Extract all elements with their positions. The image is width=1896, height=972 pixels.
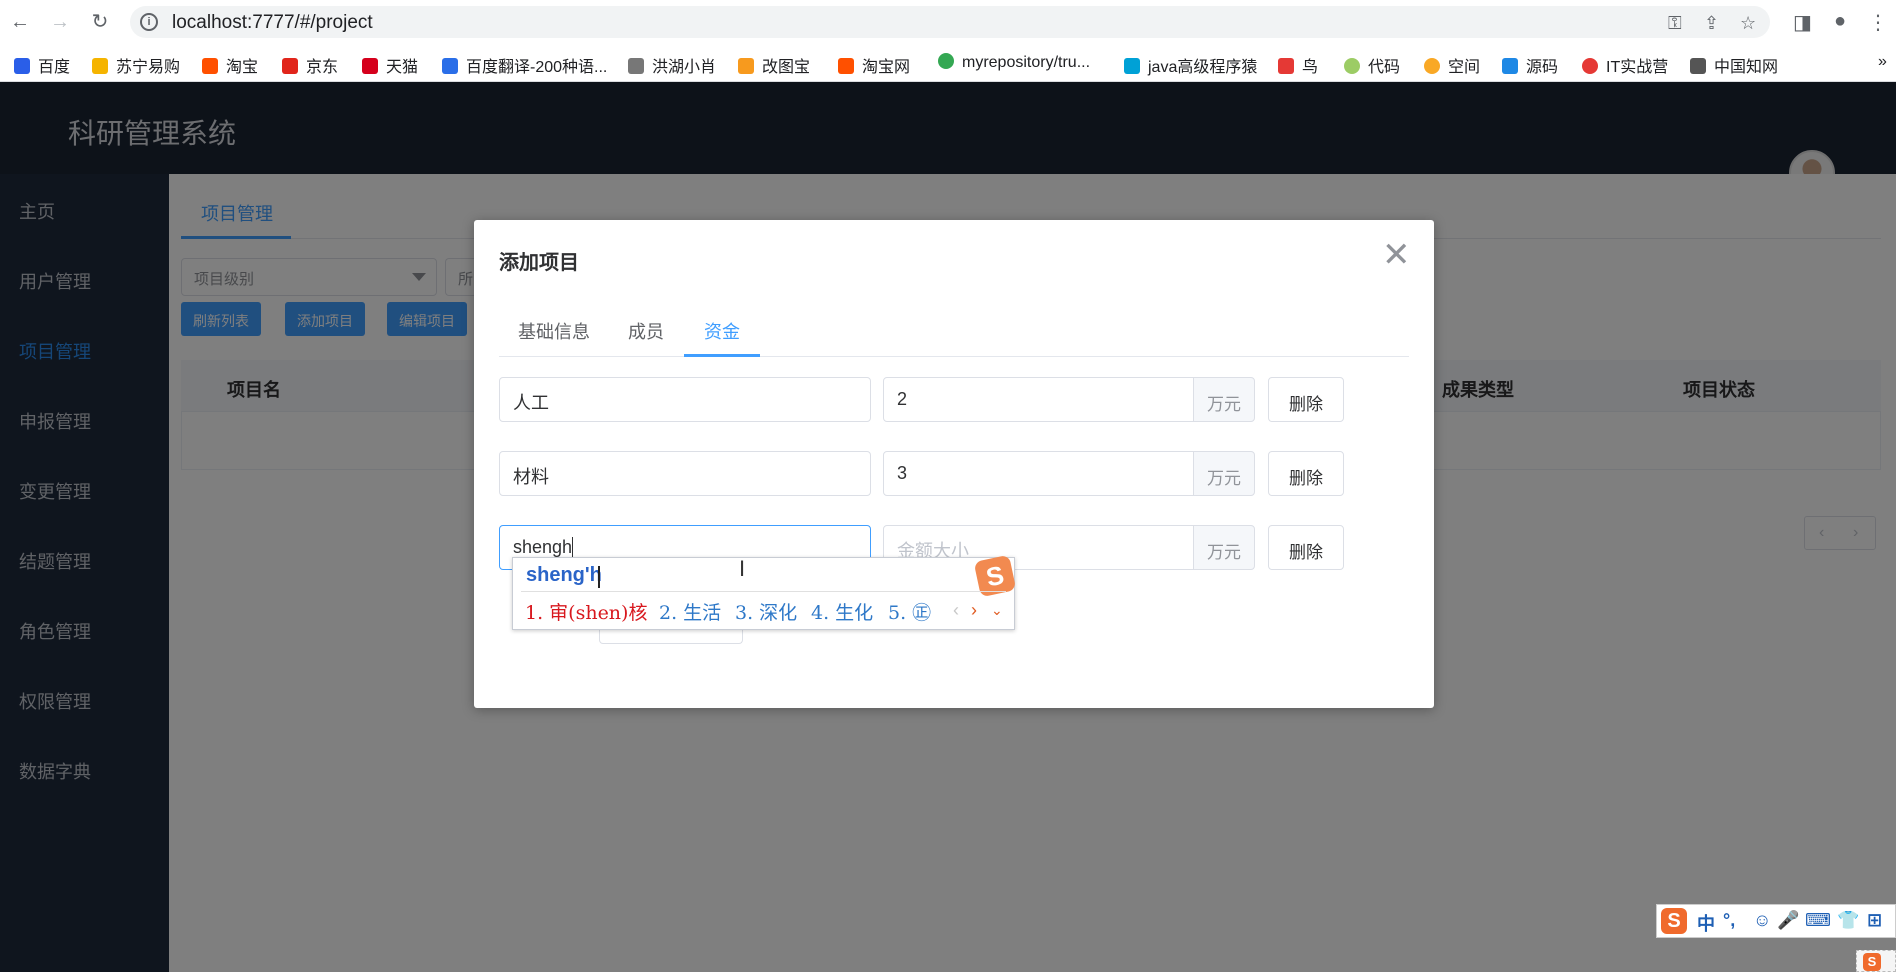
bookmark-icon [92,58,108,74]
bookmark-icon [1124,58,1140,74]
fund-unit-label: 万元 [1193,377,1255,422]
bookmark-icon [1424,58,1440,74]
delete-fund-button[interactable]: 删除 [1268,451,1344,496]
bookmark[interactable]: IT实战营 [1582,53,1668,77]
bookmarks-more[interactable]: » [1878,53,1887,71]
bookmark-icon [282,58,298,74]
ime-toolbox-icon[interactable]: ⊞ [1867,910,1882,931]
forward-icon[interactable]: → [48,10,72,34]
ime-expand-icon[interactable]: ⌄ [991,602,1003,619]
ime-candidate[interactable]: 5. ㊣ [888,598,931,625]
ime-next-icon[interactable]: › [971,600,977,621]
text-caret [572,537,574,557]
ime-candidate[interactable]: 3. 深化 [735,598,797,625]
bookmark[interactable]: 淘宝 [202,53,258,77]
browser-toolbar: ← → ↻ i localhost:7777/#/project ⚿ ⇪ ☆ ◨… [0,0,1896,44]
delete-fund-button[interactable]: 删除 [1268,377,1344,422]
bookmark-icon [14,58,30,74]
bookmark-icon [738,58,754,74]
close-icon[interactable]: ✕ [1382,238,1411,272]
ime-mode-chinese[interactable]: 中 [1697,910,1715,936]
bookmark-icon [1690,58,1706,74]
tab-divider [499,356,1409,357]
bookmark[interactable]: java高级程序猿 [1124,53,1257,77]
ime-mini-bar[interactable]: S [1856,950,1896,972]
ime-emoji-icon[interactable]: ☺ [1753,910,1771,931]
dialog-title: 添加项目 [499,252,579,274]
bookmark[interactable]: 中国知网 [1690,53,1778,77]
fund-name-input[interactable]: 材料 [499,451,871,496]
bookmark-icon [442,58,458,74]
bookmark-icon [838,58,854,74]
fund-name-value: shengh [513,537,573,557]
fund-unit-label: 万元 [1193,525,1255,570]
bookmark[interactable]: 空间 [1424,53,1480,77]
star-icon[interactable]: ☆ [1740,13,1756,34]
sidepanel-icon[interactable]: ◨ [1793,10,1812,35]
bookmark-icon [1344,58,1360,74]
url-text[interactable]: localhost:7777/#/project [172,12,373,34]
mouse-text-cursor-icon: I [739,556,746,581]
bookmark-icon [362,58,378,74]
site-info-icon[interactable]: i [140,13,158,31]
ime-candidate[interactable]: 2. 生活 [659,598,721,625]
bookmark[interactable]: 天猫 [362,53,418,77]
bookmark[interactable]: 鸟 [1278,53,1318,77]
bookmark[interactable]: 代码 [1344,53,1400,77]
ime-candidate[interactable]: 4. 生化 [811,598,873,625]
address-bar[interactable]: i localhost:7777/#/project ⚿ ⇪ ☆ [130,6,1770,38]
fund-name-input[interactable]: 人工 [499,377,871,422]
ime-voice-icon[interactable]: 🎤 [1777,910,1799,931]
ime-candidate[interactable]: 1. 审(shen)核 [525,598,647,625]
delete-fund-button[interactable]: 删除 [1268,525,1344,570]
ime-punctuation-icon[interactable]: °, [1723,910,1735,931]
tab-basic-info[interactable]: 基础信息 [518,318,590,344]
bookmark[interactable]: 洪湖小肖 [628,53,716,77]
share-icon[interactable]: ⇪ [1704,13,1719,34]
ime-pinyin: sheng'h [526,564,602,586]
bookmark[interactable]: 京东 [282,53,338,77]
bookmark[interactable]: 百度 [14,53,70,77]
ime-candidate-window: sheng'h S 1. 审(shen)核 2. 生活 3. 深化 4. 生化 … [512,554,1017,630]
bookmarks-bar: 百度 苏宁易购 淘宝 京东 天猫 百度翻译-200种语... 洪湖小肖 改图宝 … [0,44,1896,82]
bookmark[interactable]: 淘宝网 [838,53,910,77]
bookmark-icon [628,58,644,74]
ime-caret [598,566,600,588]
tab-members[interactable]: 成员 [628,318,664,344]
ime-skin-icon[interactable]: 👕 [1837,910,1859,931]
add-project-dialog: 添加项目 ✕ 基础信息 成员 资金 人工 2 万元 删除 材料 3 万元 删除 … [474,220,1434,708]
ime-keyboard-icon[interactable]: ⌨ [1805,910,1831,931]
back-icon[interactable]: ← [8,10,32,34]
profile-icon[interactable]: ● [1834,10,1846,33]
sogou-logo-icon[interactable]: S [1661,908,1687,934]
reload-icon[interactable]: ↻ [88,10,112,34]
bookmark[interactable]: 源码 [1502,53,1558,77]
bookmark[interactable]: myrepository/tru... [938,53,1090,72]
bookmark[interactable]: 百度翻译-200种语... [442,53,607,77]
bookmark-icon [938,53,954,69]
ime-prev-icon[interactable]: ‹ [953,600,959,621]
tab-funds[interactable]: 资金 [704,318,740,344]
fund-amount-input[interactable]: 2 [883,377,1194,422]
bookmark-icon [1582,58,1598,74]
bookmark[interactable]: 苏宁易购 [92,53,180,77]
fund-unit-label: 万元 [1193,451,1255,496]
ime-divider [521,591,1006,592]
sogou-logo-icon: S [1863,953,1881,971]
ime-toolbar: S 中 °, ☺ 🎤 ⌨ 👕 ⊞ [1656,904,1896,938]
fund-amount-input[interactable]: 3 [883,451,1194,496]
bookmark-icon [1502,58,1518,74]
menu-icon[interactable]: ⋮ [1868,10,1888,35]
bookmark-icon [1278,58,1294,74]
key-icon[interactable]: ⚿ [1668,13,1682,34]
bookmark[interactable]: 改图宝 [738,53,810,77]
tab-active-indicator [684,354,760,357]
bookmark-icon [202,58,218,74]
